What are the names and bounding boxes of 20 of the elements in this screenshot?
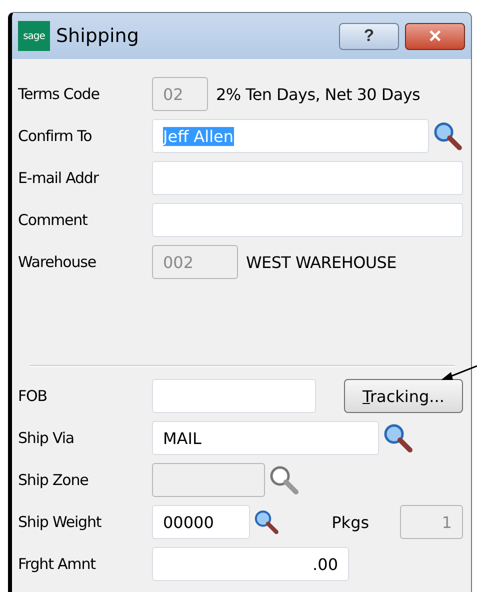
help-button[interactable]: ? [339,22,399,50]
window-title: Shipping [56,25,140,47]
field-label: Ship Via [18,429,75,447]
field-label: FOB [18,387,48,405]
input-field[interactable]: .00 [152,547,349,581]
description-text: WEST WAREHOUSE [246,252,396,272]
input-field[interactable]: 00000 [152,505,250,539]
field-label: Confirm To [18,127,93,145]
field-label: Terms Code [18,85,100,103]
description-text: 2% Ten Days, Net 30 Days [216,84,420,104]
tracking-button[interactable]: Tracking... [344,379,463,413]
field-label: Ship Zone [18,471,90,489]
field-label: Comment [18,211,88,229]
logo: sage [18,21,50,51]
field-label: Ship Weight [18,513,102,531]
field-label: Frght Amnt [18,555,97,573]
field-label: Warehouse [18,253,97,271]
input-field[interactable]: MAIL [152,421,379,455]
field-label: Pkgs [332,512,370,532]
field-label: E-mail Addr [18,169,100,187]
